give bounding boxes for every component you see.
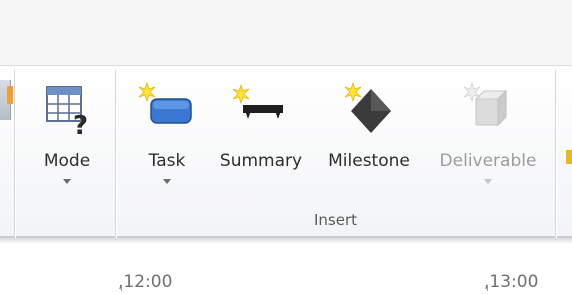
task-button-label: Task xyxy=(148,151,186,171)
milestone-diamond-icon xyxy=(339,79,399,139)
previous-group-icon-edge xyxy=(7,86,13,104)
chevron-down-icon xyxy=(163,179,171,184)
ribbon-tab-strip xyxy=(0,0,572,66)
insert-group-label: Insert xyxy=(313,211,358,229)
summary-button-label: Summary xyxy=(219,151,303,171)
next-group-icon-edge xyxy=(566,150,572,164)
milestone-button[interactable]: Milestone xyxy=(314,72,424,202)
timescale-label: ,12:00 xyxy=(118,272,173,292)
timescale-tick xyxy=(121,286,122,291)
deliverable-button: Deliverable xyxy=(424,72,552,202)
task-button[interactable]: Task xyxy=(131,72,203,202)
milestone-button-label: Milestone xyxy=(328,151,410,171)
summary-button[interactable]: Summary xyxy=(211,72,311,202)
group-separator xyxy=(555,70,556,238)
ribbon-bottom-shadow xyxy=(0,238,572,244)
timescale-tick xyxy=(487,286,488,291)
group-separator xyxy=(14,70,15,238)
task-bar-icon xyxy=(137,79,197,139)
calendar-question-icon: ? xyxy=(37,79,97,141)
timescale-label: ,13:00 xyxy=(484,272,539,292)
svg-text:?: ? xyxy=(73,111,88,139)
summary-bar-icon xyxy=(231,79,291,139)
mode-button[interactable]: ? Mode xyxy=(26,72,108,202)
deliverable-button-label: Deliverable xyxy=(439,151,537,171)
chevron-down-icon xyxy=(63,179,71,184)
deliverable-cube-icon xyxy=(458,79,518,139)
mode-button-label: Mode xyxy=(43,151,91,171)
chevron-down-icon xyxy=(484,179,492,184)
